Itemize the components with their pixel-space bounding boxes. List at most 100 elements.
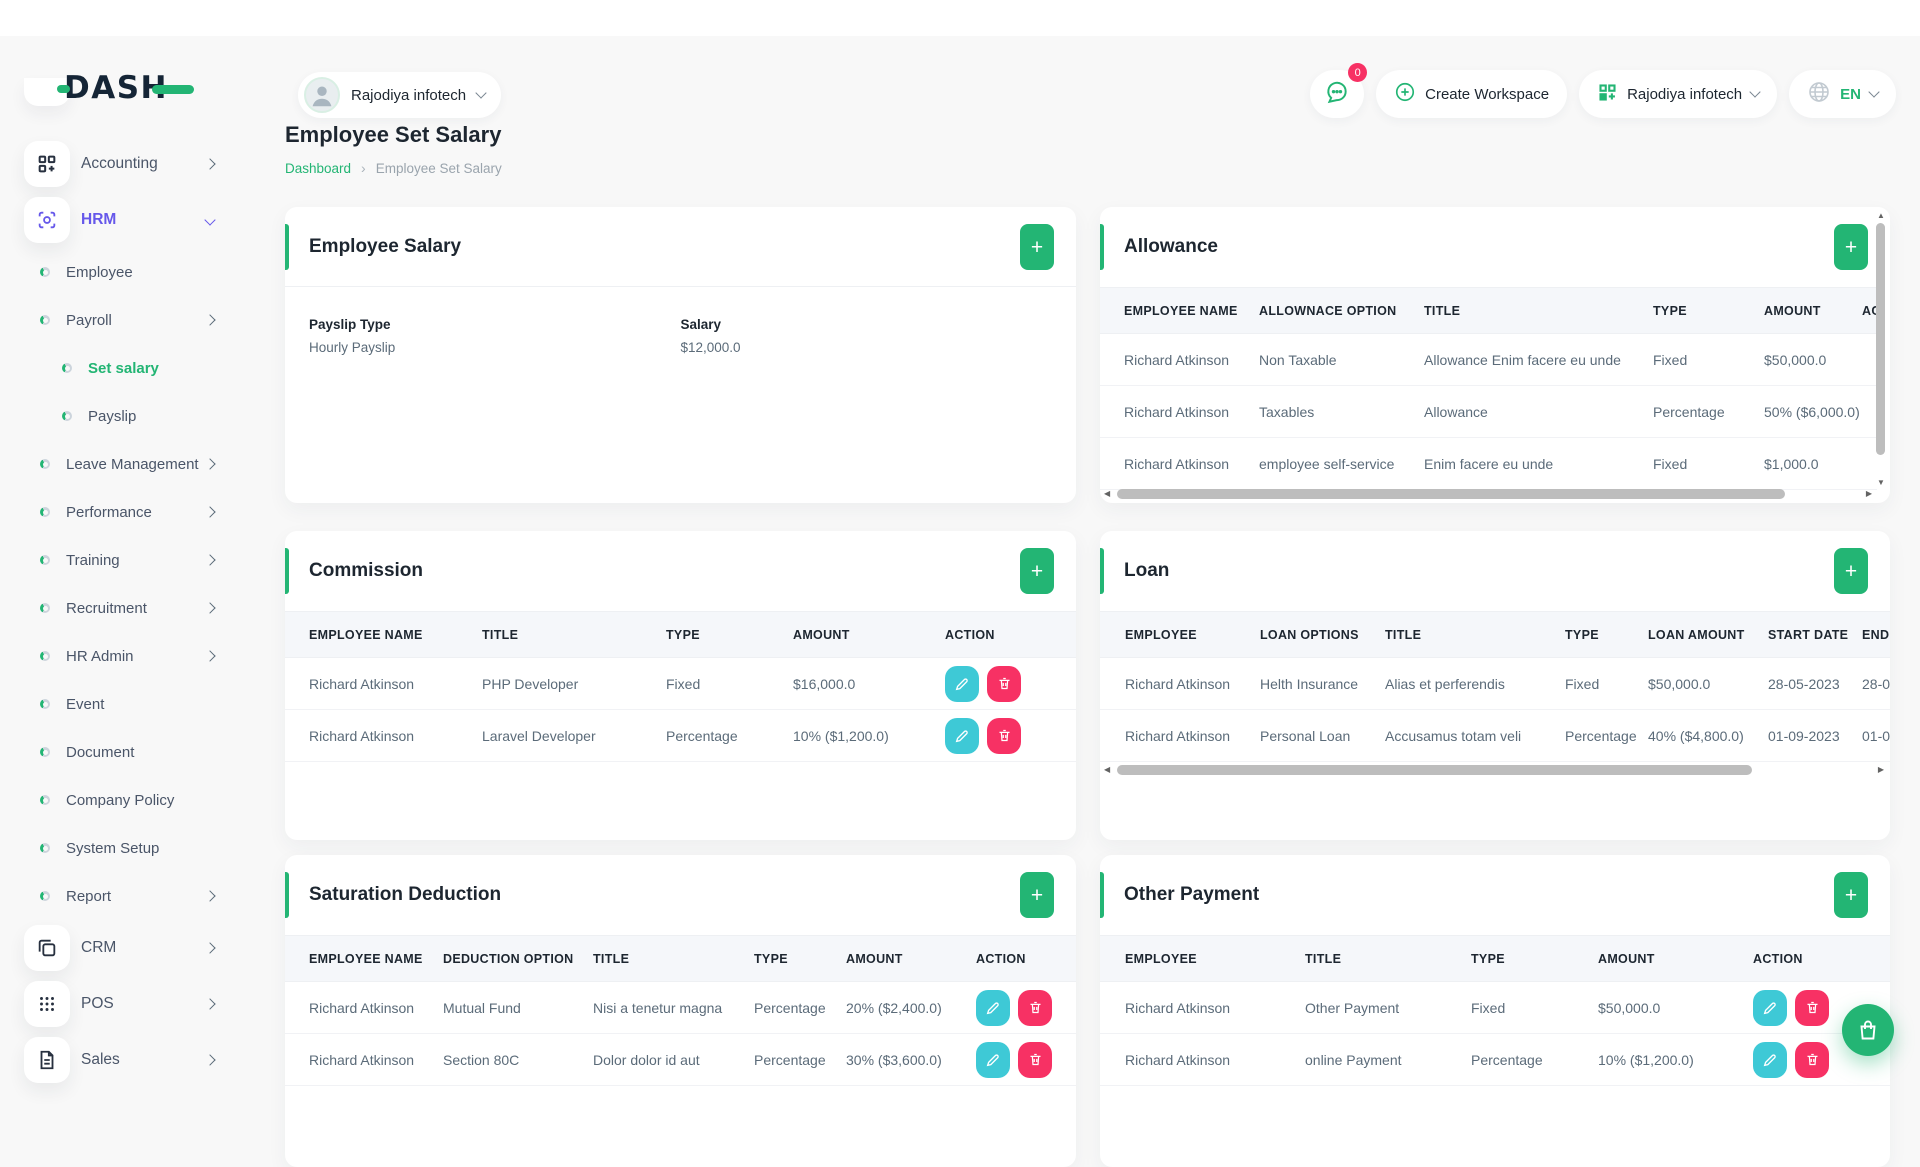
sidebar-item-training[interactable]: Training [0,536,260,584]
delete-button[interactable] [987,718,1021,754]
employee-salary-body: Payslip Type Hourly Payslip Salary $12,0… [285,287,1076,355]
edit-button[interactable] [1753,1042,1787,1078]
add-saturation-deduction-button[interactable]: + [1020,872,1054,918]
sidebar-item-pos[interactable]: POS [0,976,260,1032]
sidebar-item-employee[interactable]: Employee [0,248,260,296]
bullet-icon [62,411,72,421]
chevron-right-icon [204,998,215,1009]
topbar-actions: 0 Create Workspace Rajodiya infotech EN [1310,70,1896,118]
vertical-scrollbar[interactable]: ▲ ▼ [1875,211,1887,487]
dots-grid-icon [24,981,70,1027]
breadcrumb-dashboard-link[interactable]: Dashboard [285,161,351,176]
add-loan-button[interactable]: + [1834,548,1868,594]
bullet-icon [40,459,50,469]
delete-button[interactable] [1795,1042,1829,1078]
breadcrumb-current: Employee Set Salary [376,161,502,176]
add-employee-salary-button[interactable]: + [1020,224,1054,270]
chevron-right-icon [204,458,215,469]
edit-button[interactable] [1753,990,1787,1026]
table-row: Richard Atkinson PHP Developer Fixed $16… [285,658,1076,710]
table-header-row: EMPLOYEE NAME DEDUCTION OPTION TITLE TYP… [285,936,1076,982]
sidebar-item-document[interactable]: Document [0,728,260,776]
create-workspace-button[interactable]: Create Workspace [1376,70,1567,118]
language-selector[interactable]: EN [1789,70,1896,118]
payslip-type-field: Payslip Type Hourly Payslip [309,317,681,355]
loan-table: EMPLOYEE LOAN OPTIONS TITLE TYPE LOAN AM… [1100,611,1890,762]
chevron-down-icon [204,214,215,225]
app-logo[interactable]: DASH [64,70,194,106]
sidebar-item-set-salary[interactable]: Set salary [0,344,260,392]
card-header: Allowance + [1100,207,1890,287]
allowance-card: Allowance + EMPLOYEE NAME ALLOWNACE OPTI… [1100,207,1890,503]
delete-button[interactable] [1018,1042,1052,1078]
add-allowance-button[interactable]: + [1834,224,1868,270]
chevron-right-icon [204,650,215,661]
bullet-icon [40,507,50,517]
card-header: Employee Salary + [285,207,1076,287]
allowance-table: EMPLOYEE NAME ALLOWNACE OPTION TITLE TYP… [1100,287,1877,490]
add-commission-button[interactable]: + [1020,548,1054,594]
sidebar-item-payroll[interactable]: Payroll [0,296,260,344]
chevron-right-icon [204,1054,215,1065]
card-title: Allowance [1124,236,1218,258]
table-row: Richard Atkinson Other Payment Fixed $50… [1100,982,1890,1034]
grid-plus-icon [1597,82,1618,107]
sidebar-item-label: Accounting [81,155,158,173]
card-header: Commission + [285,531,1076,611]
edit-button[interactable] [945,666,979,702]
sidebar-item-performance[interactable]: Performance [0,488,260,536]
card-header: Saturation Deduction + [285,855,1076,935]
chevron-right-icon [204,602,215,613]
sidebar-item-report[interactable]: Report [0,872,260,920]
workspace-selector[interactable]: Rajodiya infotech [1579,70,1777,118]
sidebar-item-system-setup[interactable]: System Setup [0,824,260,872]
delete-button[interactable] [1795,990,1829,1026]
payslip-type-value: Hourly Payslip [309,340,681,355]
card-title: Employee Salary [309,236,461,258]
document-icon [24,1037,70,1083]
card-header: Other Payment + [1100,855,1890,935]
top-strip [0,0,1920,36]
bullet-icon [40,603,50,613]
floating-cart-button[interactable] [1842,1004,1894,1056]
edit-button[interactable] [976,990,1010,1026]
loan-table-viewport: EMPLOYEE LOAN OPTIONS TITLE TYPE LOAN AM… [1100,611,1890,762]
card-title: Saturation Deduction [309,884,501,906]
language-label: EN [1840,86,1861,103]
accent-bar [285,224,289,270]
bullet-icon [40,315,50,325]
notifications-button[interactable]: 0 [1310,70,1364,118]
sidebar-item-accounting[interactable]: Accounting [0,136,260,192]
sidebar-item-crm[interactable]: CRM [0,920,260,976]
sidebar-item-hr-admin[interactable]: HR Admin [0,632,260,680]
shopping-bag-icon [1856,1018,1880,1042]
delete-button[interactable] [1018,990,1052,1026]
sidebar-item-leave-management[interactable]: Leave Management [0,440,260,488]
chevron-right-icon [204,158,215,169]
accent-bar [1100,224,1104,270]
sidebar-item-label: HRM [81,211,116,229]
horizontal-scrollbar[interactable]: ◀ ▶ [1104,488,1872,501]
salary-value: $12,000.0 [681,340,1053,355]
sidebar-item-hrm[interactable]: HRM [0,192,260,248]
delete-button[interactable] [987,666,1021,702]
other-payment-card: Other Payment + EMPLOYEE TITLE TYPE AMOU… [1100,855,1890,1167]
company-selector[interactable]: Rajodiya infotech [298,72,501,118]
table-row: Richard Atkinson employee self-service E… [1100,438,1877,490]
add-other-payment-button[interactable]: + [1834,872,1868,918]
sidebar-item-payslip[interactable]: Payslip [0,392,260,440]
allowance-table-viewport: EMPLOYEE NAME ALLOWNACE OPTION TITLE TYP… [1100,287,1877,490]
bullet-icon [40,651,50,661]
horizontal-scrollbar[interactable]: ◀ ▶ [1104,764,1884,777]
sidebar-item-company-policy[interactable]: Company Policy [0,776,260,824]
table-row: Richard Atkinson Mutual Fund Nisi a tene… [285,982,1076,1034]
page-title: Employee Set Salary [285,122,501,148]
card-title: Other Payment [1124,884,1259,906]
edit-button[interactable] [945,718,979,754]
create-workspace-label: Create Workspace [1425,86,1549,103]
salary-field: Salary $12,000.0 [681,317,1053,355]
table-row: Richard Atkinson Taxables Allowance Perc… [1100,386,1877,438]
edit-button[interactable] [976,1042,1010,1078]
sidebar-item-recruitment[interactable]: Recruitment [0,584,260,632]
sidebar-item-event[interactable]: Event [0,680,260,728]
